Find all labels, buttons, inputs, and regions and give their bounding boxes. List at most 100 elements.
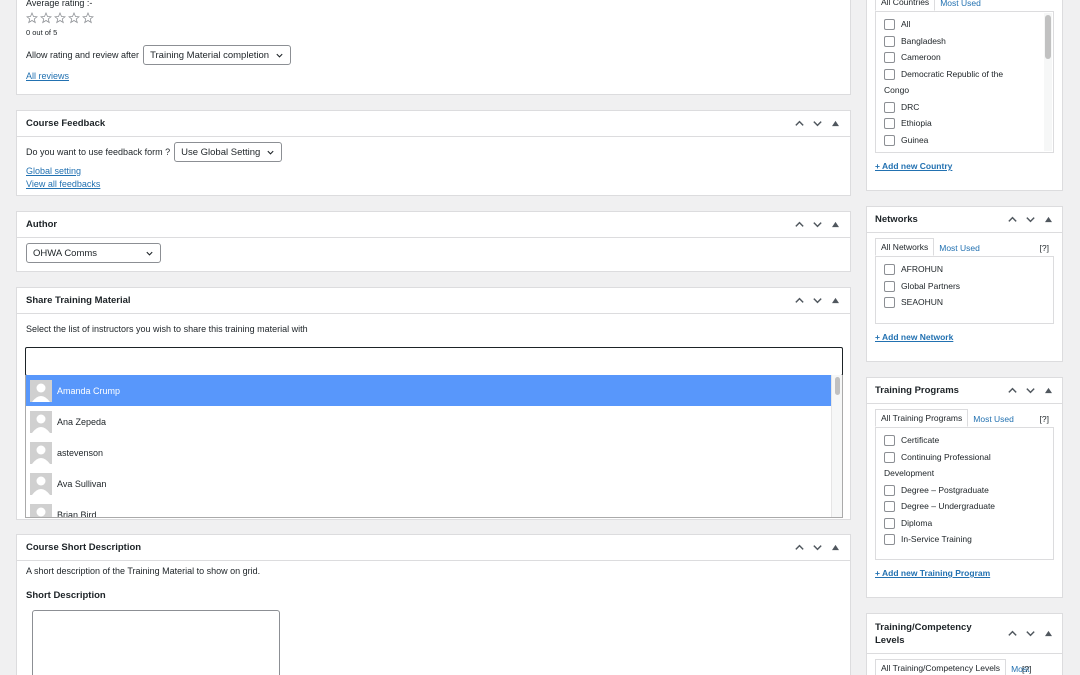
checklist-item[interactable]: DRC <box>884 99 1045 116</box>
move-down-button[interactable] <box>811 118 823 130</box>
checklist-item[interactable]: Degree – Undergraduate <box>884 498 1045 515</box>
checklist-item[interactable]: Democratic Republic of the <box>884 66 1045 83</box>
checkbox[interactable] <box>884 19 895 30</box>
move-up-button[interactable] <box>1006 628 1018 640</box>
toggle-panel-button[interactable] <box>829 118 841 130</box>
move-down-button[interactable] <box>1024 214 1036 226</box>
checkbox[interactable] <box>884 451 895 463</box>
toggle-panel-button[interactable] <box>1042 214 1054 226</box>
checkbox[interactable] <box>884 52 895 63</box>
add-network-link[interactable]: + Add new Network <box>875 332 953 342</box>
instructor-option[interactable]: Brian Bird <box>26 499 832 517</box>
tab-most-used[interactable]: Most Used <box>934 240 985 256</box>
tab-most-used[interactable]: Most Used <box>968 411 1019 427</box>
box-title: Networks <box>875 214 918 225</box>
move-up-button[interactable] <box>1006 214 1018 226</box>
rating-stars[interactable] <box>26 12 841 24</box>
tab-all-levels[interactable]: All Training/Competency Levels <box>875 659 1007 675</box>
instructor-name: astevenson <box>57 447 104 458</box>
checkbox[interactable] <box>884 280 895 292</box>
checklist-item[interactable]: Guinea <box>884 132 1045 149</box>
user-icon <box>36 507 46 516</box>
move-down-button[interactable] <box>1024 628 1036 640</box>
instructor-option[interactable]: astevenson <box>26 437 832 468</box>
move-up-button[interactable] <box>793 542 805 554</box>
help-link[interactable]: [?] <box>1035 411 1054 427</box>
toggle-panel-button[interactable] <box>1042 628 1054 640</box>
share-material-box: Share Training Material Select the list … <box>16 287 851 520</box>
checklist-item[interactable]: Bangladesh <box>884 33 1045 50</box>
checklist-item[interactable]: Degree – Postgraduate <box>884 482 1045 499</box>
move-down-button[interactable] <box>811 219 823 231</box>
add-country-link[interactable]: + Add new Country <box>875 161 952 171</box>
tab-most-used[interactable]: Most Used <box>935 0 986 11</box>
checklist-item[interactable]: Global Partners <box>884 278 1045 295</box>
star-icon[interactable] <box>26 12 38 24</box>
box-title: Training/Competency Levels <box>875 621 1006 647</box>
tab-all-programs[interactable]: All Training Programs <box>875 409 969 427</box>
checklist-item[interactable]: Cameroon <box>884 49 1045 66</box>
checkbox[interactable] <box>884 264 895 275</box>
all-reviews-link[interactable]: All reviews <box>26 71 69 81</box>
countries-scrollbar[interactable] <box>1044 13 1052 151</box>
title-line-1: Training/Competency <box>875 621 972 633</box>
checklist-item[interactable]: Diploma <box>884 515 1045 532</box>
move-up-button[interactable] <box>793 118 805 130</box>
instructor-list: Amanda Crump Ana Zepeda astevenson Ava Sull… <box>26 375 832 517</box>
toggle-panel-button[interactable] <box>829 542 841 554</box>
checklist-item[interactable]: All <box>884 16 1045 33</box>
star-icon[interactable] <box>54 12 66 24</box>
instructor-dropdown[interactable]: Amanda Crump Ana Zepeda astevenson Ava Sull… <box>25 375 843 518</box>
instructor-name: Amanda Crump <box>57 385 121 396</box>
help-link[interactable]: [?] <box>1022 664 1031 674</box>
checkbox[interactable] <box>884 297 895 308</box>
star-icon[interactable] <box>68 12 80 24</box>
checkbox[interactable] <box>884 534 895 545</box>
checklist-item[interactable]: Ethiopia <box>884 115 1045 132</box>
checkbox[interactable] <box>884 134 895 146</box>
instructor-search-input[interactable] <box>25 347 843 376</box>
checklist-item[interactable]: SEAOHUN <box>884 294 1045 311</box>
checklist-item[interactable]: In-Service Training <box>884 531 1045 548</box>
feedback-select[interactable]: Use Global Setting <box>174 142 283 162</box>
author-select[interactable]: OHWA Comms <box>26 243 161 263</box>
checkbox[interactable] <box>884 435 895 446</box>
instructor-option[interactable]: Amanda Crump <box>26 375 832 406</box>
checklist-item[interactable]: Certificate <box>884 432 1045 449</box>
move-down-button[interactable] <box>1024 385 1036 397</box>
view-feedbacks-link[interactable]: View all feedbacks <box>26 179 100 189</box>
checkbox[interactable] <box>884 118 895 129</box>
scrollbar-thumb[interactable] <box>1045 15 1051 59</box>
checkbox[interactable] <box>884 101 895 113</box>
move-up-button[interactable] <box>793 295 805 307</box>
checkbox[interactable] <box>884 68 895 80</box>
tab-all-networks[interactable]: All Networks <box>875 238 935 256</box>
move-up-button[interactable] <box>793 219 805 231</box>
toggle-panel-button[interactable] <box>829 295 841 307</box>
checklist-item[interactable]: AFROHUN <box>884 261 1045 278</box>
checkbox[interactable] <box>884 501 895 512</box>
help-link[interactable]: [?] <box>1035 240 1054 256</box>
short-description-label: Short Description <box>26 590 106 601</box>
star-icon[interactable] <box>40 12 52 24</box>
allow-rating-select[interactable]: Training Material completion <box>143 45 292 65</box>
short-description-textarea[interactable] <box>32 610 280 675</box>
instructor-option[interactable]: Ana Zepeda <box>26 406 832 437</box>
checkbox[interactable] <box>884 484 895 496</box>
toggle-panel-button[interactable] <box>1042 385 1054 397</box>
star-icon[interactable] <box>82 12 94 24</box>
global-setting-link[interactable]: Global setting <box>26 166 81 176</box>
scrollbar-thumb[interactable] <box>835 377 840 395</box>
instructor-name: Ana Zepeda <box>57 416 107 427</box>
move-down-button[interactable] <box>811 295 823 307</box>
toggle-panel-button[interactable] <box>829 219 841 231</box>
instructor-option[interactable]: Ava Sullivan <box>26 468 832 499</box>
checkbox[interactable] <box>884 35 895 47</box>
move-down-button[interactable] <box>811 542 823 554</box>
checkbox[interactable] <box>884 517 895 529</box>
tab-all-countries[interactable]: All Countries <box>875 0 936 11</box>
dropdown-scrollbar[interactable] <box>831 375 842 517</box>
move-up-button[interactable] <box>1006 385 1018 397</box>
add-program-link[interactable]: + Add new Training Program <box>875 568 990 578</box>
checklist-item[interactable]: Continuing Professional <box>884 449 1045 466</box>
